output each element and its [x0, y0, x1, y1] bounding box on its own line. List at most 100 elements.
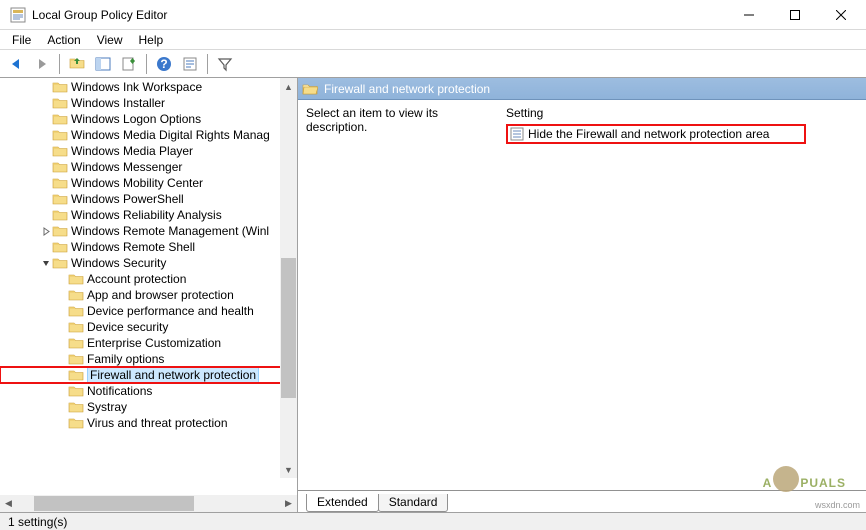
tree-item[interactable]: Firewall and network protection [0, 367, 297, 383]
tree-horizontal-scrollbar[interactable]: ◀ ▶ [0, 495, 297, 512]
scroll-left-icon[interactable]: ◀ [0, 495, 17, 512]
tab-extended[interactable]: Extended [306, 494, 379, 512]
watermark: wsxdn.com [815, 500, 860, 510]
chevron-down-icon[interactable] [40, 259, 52, 268]
tree-item[interactable]: Device security [0, 319, 297, 335]
tree-item-label: Windows Ink Workspace [71, 80, 202, 94]
status-text: 1 setting(s) [4, 515, 71, 529]
folder-icon [52, 176, 68, 190]
scroll-thumb[interactable] [281, 258, 296, 398]
export-button[interactable] [117, 52, 141, 76]
forward-button[interactable] [30, 52, 54, 76]
folder-icon [52, 112, 68, 126]
tree-item[interactable]: Windows Logon Options [0, 111, 297, 127]
folder-icon [68, 336, 84, 350]
scroll-down-icon[interactable]: ▼ [280, 461, 297, 478]
setting-row[interactable]: Hide the Firewall and network protection… [506, 124, 806, 144]
tree-item[interactable]: Windows Mobility Center [0, 175, 297, 191]
column-header-setting[interactable]: Setting [506, 106, 858, 124]
tree-pane: Windows Ink Workspace Windows Installer Wi… [0, 78, 298, 512]
tree-item-label: Firewall and network protection [87, 367, 259, 383]
menu-action[interactable]: Action [39, 31, 88, 49]
folder-icon [68, 272, 84, 286]
title-bar: Local Group Policy Editor [0, 0, 866, 30]
scroll-thumb-h[interactable] [34, 496, 194, 511]
up-button[interactable] [65, 52, 89, 76]
folder-icon [68, 288, 84, 302]
tree-item[interactable]: Windows Messenger [0, 159, 297, 175]
scroll-right-icon[interactable]: ▶ [280, 495, 297, 512]
app-icon [10, 7, 26, 23]
tree-item-label: Windows Messenger [71, 160, 182, 174]
close-button[interactable] [818, 0, 864, 30]
tab-standard[interactable]: Standard [378, 494, 449, 512]
tree-item-label: Systray [87, 400, 127, 414]
settings-list: Setting Hide the Firewall and network pr… [506, 106, 858, 490]
tree-item[interactable]: Windows Reliability Analysis [0, 207, 297, 223]
detail-pane: Firewall and network protection Select a… [298, 78, 866, 512]
help-button[interactable]: ? [152, 52, 176, 76]
tree-item-label: Enterprise Customization [87, 336, 221, 350]
folder-icon [68, 368, 84, 382]
tree-item-label: Windows Media Digital Rights Manag [71, 128, 270, 142]
folder-icon [52, 240, 68, 254]
menu-bar: File Action View Help [0, 30, 866, 50]
tree-item-label: App and browser protection [87, 288, 234, 302]
tree-item-label: Windows Logon Options [71, 112, 201, 126]
tree-vertical-scrollbar[interactable]: ▲ ▼ [280, 78, 297, 478]
tree-item[interactable]: Windows Installer [0, 95, 297, 111]
folder-icon [52, 192, 68, 206]
tree-item[interactable]: Enterprise Customization [0, 335, 297, 351]
tree-item-label: Windows Reliability Analysis [71, 208, 222, 222]
tree-item-label: Device security [87, 320, 168, 334]
menu-file[interactable]: File [4, 31, 39, 49]
folder-icon [68, 320, 84, 334]
tree-item[interactable]: Device performance and health [0, 303, 297, 319]
folder-icon [68, 384, 84, 398]
menu-help[interactable]: Help [131, 31, 172, 49]
tree-item[interactable]: Virus and threat protection [0, 415, 297, 431]
tree-item[interactable]: Notifications [0, 383, 297, 399]
tree-item[interactable]: App and browser protection [0, 287, 297, 303]
appuals-logo: APUALS [763, 461, 846, 494]
window-title: Local Group Policy Editor [32, 8, 726, 22]
tree-item-label: Account protection [87, 272, 186, 286]
folder-icon [52, 256, 68, 270]
show-hide-tree-button[interactable] [91, 52, 115, 76]
toolbar: ? [0, 50, 866, 78]
main-area: Windows Ink Workspace Windows Installer Wi… [0, 78, 866, 512]
tree-item-label: Windows Remote Shell [71, 240, 195, 254]
menu-view[interactable]: View [89, 31, 131, 49]
detail-header: Firewall and network protection [298, 78, 866, 100]
folder-icon [68, 352, 84, 366]
folder-icon [52, 96, 68, 110]
tree-item-label: Windows Security [71, 256, 166, 270]
scroll-up-icon[interactable]: ▲ [280, 78, 297, 95]
back-button[interactable] [4, 52, 28, 76]
tree-item-label: Windows Mobility Center [71, 176, 203, 190]
tree-item[interactable]: Windows Media Player [0, 143, 297, 159]
folder-icon [52, 144, 68, 158]
tree-item-label: Windows PowerShell [71, 192, 184, 206]
tree-item[interactable]: Windows PowerShell [0, 191, 297, 207]
tree-item[interactable]: Systray [0, 399, 297, 415]
chevron-right-icon[interactable] [40, 227, 52, 236]
tree-item[interactable]: Windows Remote Shell [0, 239, 297, 255]
tree-item[interactable]: Windows Media Digital Rights Manag [0, 127, 297, 143]
policy-tree[interactable]: Windows Ink Workspace Windows Installer Wi… [0, 78, 297, 432]
description-prompt: Select an item to view its description. [306, 106, 438, 134]
tree-item[interactable]: Windows Security [0, 255, 297, 271]
tree-item-label: Windows Installer [71, 96, 165, 110]
setting-label: Hide the Firewall and network protection… [528, 127, 769, 141]
folder-icon [302, 82, 318, 96]
tree-item[interactable]: Windows Remote Management (Winl [0, 223, 297, 239]
filter-button[interactable] [213, 52, 237, 76]
tree-item[interactable]: Account protection [0, 271, 297, 287]
tree-item-label: Virus and threat protection [87, 416, 228, 430]
minimize-button[interactable] [726, 0, 772, 30]
maximize-button[interactable] [772, 0, 818, 30]
tree-item[interactable]: Family options [0, 351, 297, 367]
properties-button[interactable] [178, 52, 202, 76]
tree-item[interactable]: Windows Ink Workspace [0, 79, 297, 95]
svg-text:?: ? [160, 57, 167, 71]
